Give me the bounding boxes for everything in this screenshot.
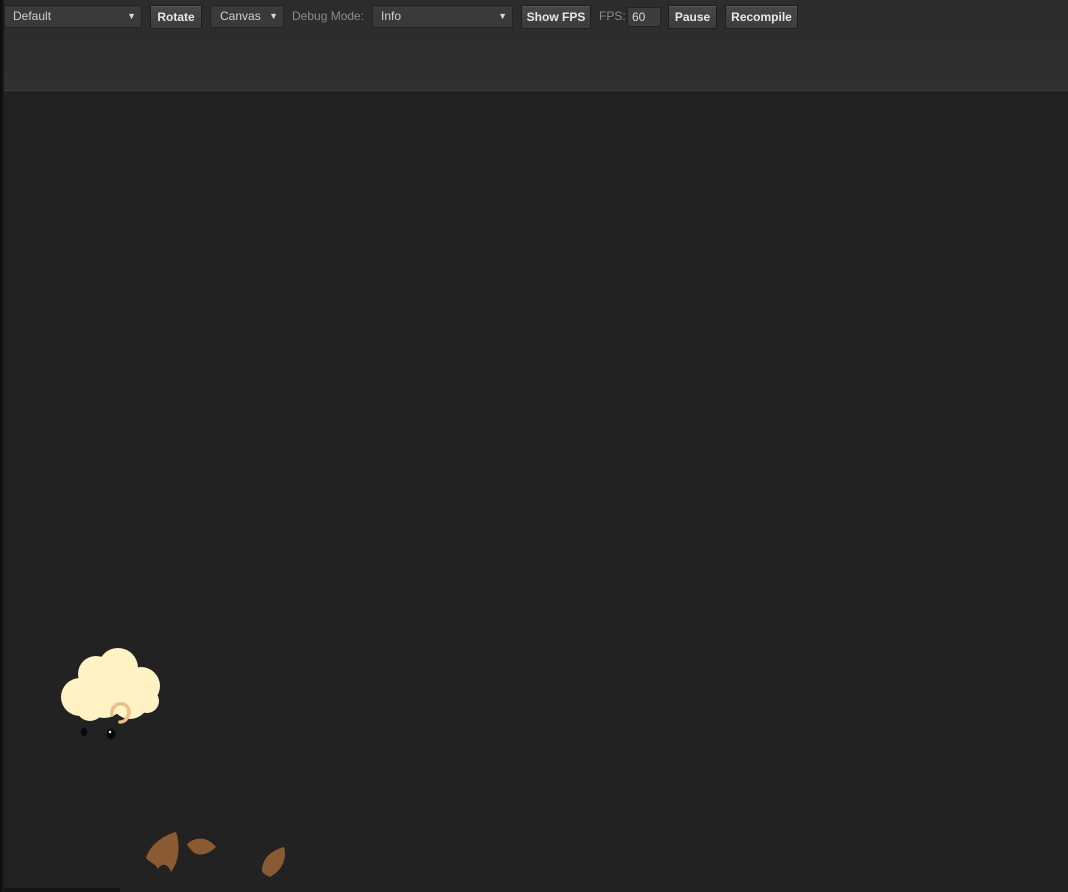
recompile-button[interactable]: Recompile bbox=[725, 5, 798, 29]
debug-mode-select-value: Info bbox=[381, 9, 402, 23]
renderer-select-value: Canvas bbox=[220, 9, 261, 23]
debug-mode-select[interactable]: Info ▼ bbox=[372, 5, 513, 28]
toolbar-row: Default ▼ Rotate Canvas ▼ Debug Mode: In… bbox=[0, 5, 1068, 29]
toolbar: Default ▼ Rotate Canvas ▼ Debug Mode: In… bbox=[0, 0, 1068, 91]
leaf-sprite bbox=[262, 847, 285, 877]
cloud-sheep-sprite bbox=[61, 648, 160, 740]
game-canvas[interactable] bbox=[0, 92, 1068, 892]
preset-select-value: Default bbox=[13, 9, 52, 23]
fps-label: FPS: bbox=[599, 9, 626, 23]
window-edge bbox=[0, 0, 4, 892]
leaf-sprite bbox=[146, 832, 179, 872]
status-strip bbox=[0, 888, 120, 892]
chevron-down-icon: ▼ bbox=[269, 11, 278, 21]
rotate-button[interactable]: Rotate bbox=[150, 5, 202, 29]
renderer-select[interactable]: Canvas ▼ bbox=[210, 5, 284, 28]
pause-button[interactable]: Pause bbox=[668, 5, 717, 29]
debug-mode-label: Debug Mode: bbox=[292, 9, 365, 23]
show-fps-button[interactable]: Show FPS bbox=[521, 5, 591, 29]
leaf-sprite bbox=[187, 838, 216, 855]
preset-select[interactable]: Default ▼ bbox=[4, 5, 142, 28]
fps-input[interactable]: 60 bbox=[627, 7, 661, 27]
chevron-down-icon: ▼ bbox=[498, 11, 507, 21]
scene-layer bbox=[61, 648, 285, 877]
chevron-down-icon: ▼ bbox=[127, 11, 136, 21]
